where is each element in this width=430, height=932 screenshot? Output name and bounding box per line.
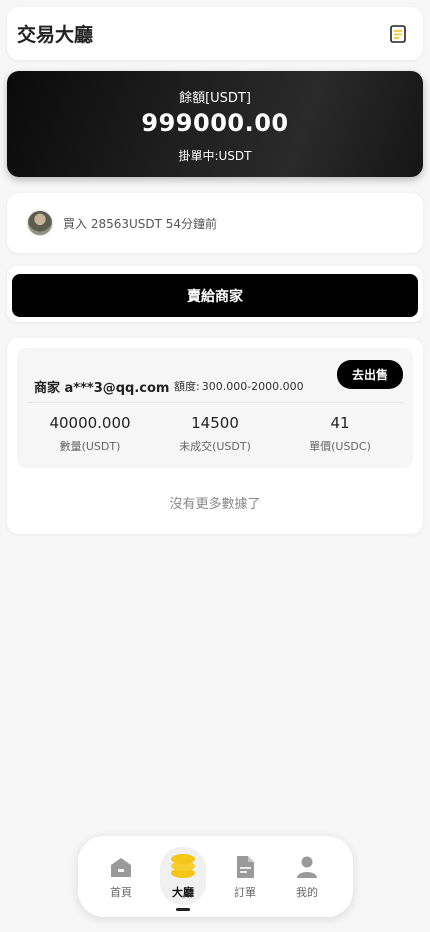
- merchant-name: 商家 a***3@qq.com: [34, 381, 170, 396]
- tab-label: 大廳: [172, 886, 194, 899]
- pending-label: 掛單中:USDT: [178, 149, 252, 163]
- divider: [27, 402, 403, 403]
- balance-card: 餘額[USDT] 999000.00 掛單中:USDT: [7, 71, 423, 177]
- balance-label: 餘額[USDT]: [179, 91, 251, 106]
- active-indicator: [176, 908, 190, 911]
- page-title: 交易大廳: [17, 24, 94, 46]
- stat-label: 未成交(USDT): [179, 440, 251, 453]
- coins-icon: [169, 852, 197, 880]
- tab-orders[interactable]: 訂單: [217, 836, 273, 917]
- tab-home[interactable]: 首頁: [93, 836, 149, 917]
- bottom-tab-bar: 首頁 大廳 訂單 我的: [78, 836, 353, 917]
- stat-unfilled: 14500 未成交(USDT): [150, 414, 280, 454]
- merchant-listing: 商家 a***3@qq.com 額度: 300.000-2000.000 去出售 …: [7, 338, 423, 534]
- tab-label: 首頁: [110, 886, 132, 899]
- activity-text: 買入 28563USDT 54分鐘前: [63, 216, 218, 231]
- recent-activity: 買入 28563USDT 54分鐘前: [7, 193, 423, 253]
- sell-to-merchant-button[interactable]: 賣給商家: [12, 274, 418, 317]
- stat-label: 數量(USDT): [59, 440, 121, 453]
- document-icon: [232, 854, 258, 880]
- quota-label: 額度:: [174, 380, 200, 393]
- tab-label: 訂單: [234, 886, 256, 899]
- user-icon: [294, 854, 320, 880]
- page-header: 交易大廳: [7, 7, 423, 60]
- stat-value: 40000.000: [49, 414, 131, 432]
- stat-unit-price: 41 單價(USDC): [275, 414, 405, 454]
- stat-quantity: 40000.000 數量(USDT): [25, 414, 155, 454]
- stat-value: 41: [330, 414, 350, 432]
- tab-mine[interactable]: 我的: [279, 836, 335, 917]
- quota: 額度: 300.000-2000.000: [172, 378, 304, 394]
- home-icon: [108, 854, 134, 880]
- avatar: [27, 210, 53, 236]
- stat-value: 14500: [191, 414, 239, 432]
- quota-value: 300.000-2000.000: [201, 380, 304, 393]
- tab-label: 我的: [296, 886, 318, 899]
- balance-amount: 999000.00: [141, 109, 289, 137]
- stat-label: 單價(USDC): [309, 440, 371, 453]
- note-icon[interactable]: [387, 23, 409, 45]
- no-more-data: 沒有更多數據了: [169, 497, 261, 512]
- offer-card: 商家 a***3@qq.com 額度: 300.000-2000.000 去出售 …: [17, 348, 413, 468]
- tab-lobby[interactable]: 大廳: [155, 836, 211, 917]
- go-sell-button[interactable]: 去出售: [337, 360, 403, 389]
